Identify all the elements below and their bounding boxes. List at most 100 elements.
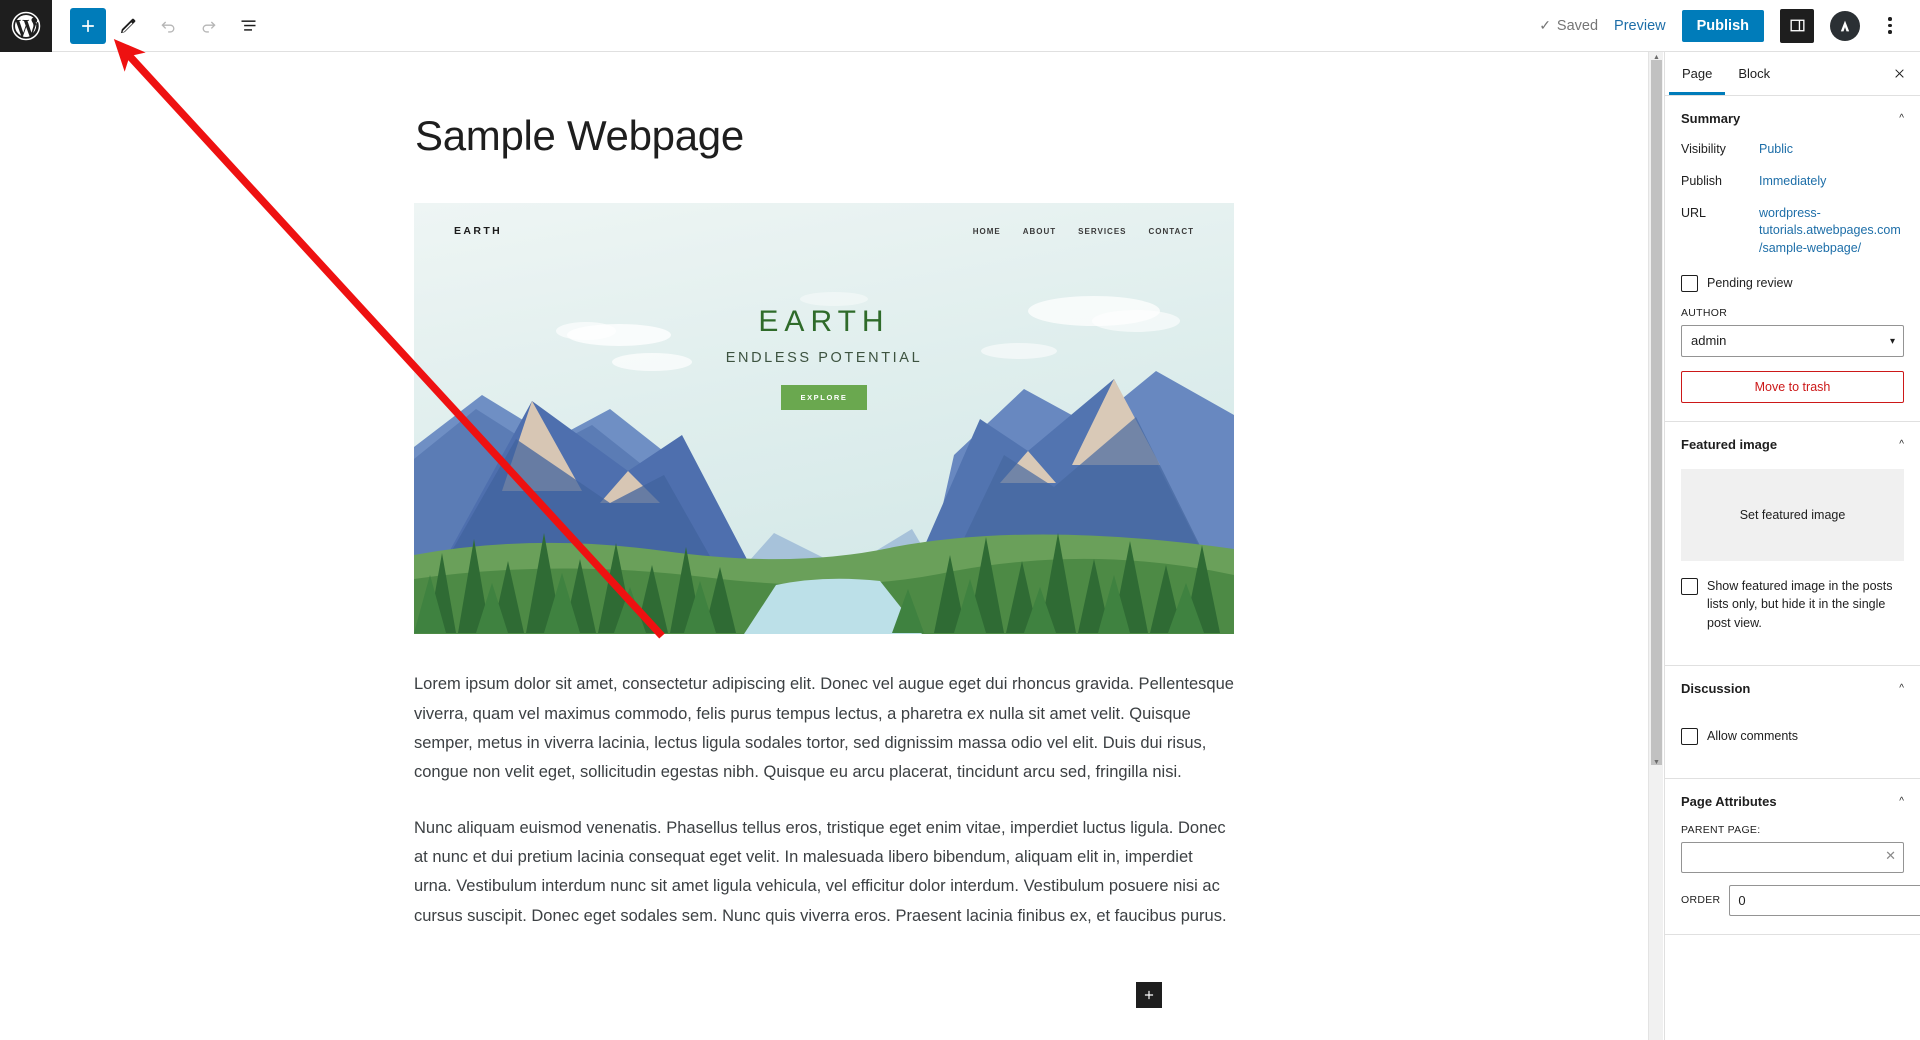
editor-tool-group — [70, 7, 266, 44]
pending-review-row: Pending review — [1681, 274, 1904, 293]
sidebar-panel-icon — [1789, 19, 1805, 32]
undo-arrow-icon — [160, 21, 174, 33]
allow-comments-checkbox[interactable] — [1681, 727, 1698, 745]
wordpress-logo-button[interactable] — [0, 0, 52, 52]
more-options-icon — [1888, 17, 1892, 21]
redo-button[interactable] — [190, 8, 226, 44]
more-options-icon — [1888, 30, 1892, 34]
hero-section: EARTH ENDLESS POTENTIAL EXPLORE — [414, 305, 1234, 411]
visibility-label: Visibility — [1681, 142, 1726, 156]
settings-sidebar: Page Block Summary ^ Visibility Public P… — [1664, 52, 1920, 1040]
chevron-up-icon: ^ — [1899, 438, 1904, 450]
publish-button[interactable]: Publish — [1681, 9, 1764, 42]
add-block-button[interactable] — [70, 7, 106, 44]
post-content-column: Sample Webpage EARTH HOME ABOUT SERVICES… — [414, 52, 1234, 1008]
move-to-trash-button[interactable]: Move to trash — [1681, 370, 1904, 403]
paragraph-block-2[interactable]: Nunc aliquam euismod venenatis. Phasellu… — [414, 814, 1234, 931]
publish-row: Publish Immediately — [1681, 173, 1904, 191]
settings-sidebar-toggle-button[interactable] — [1780, 8, 1814, 43]
discussion-panel-header[interactable]: Discussion ^ — [1665, 666, 1920, 711]
nav-item-home: HOME — [972, 226, 1001, 236]
bottom-block-inserter-button[interactable] — [1136, 982, 1162, 1008]
tab-block[interactable]: Block — [1725, 52, 1783, 95]
allow-comments-row: Allow comments — [1681, 727, 1904, 746]
discussion-panel: Discussion ^ Allow comments — [1665, 666, 1920, 779]
publish-label: Publish — [1681, 173, 1722, 188]
show-featured-in-lists-label[interactable]: Show featured image in the posts lists o… — [1707, 577, 1904, 633]
order-input[interactable] — [1729, 884, 1920, 916]
featured-image-title: Featured image — [1681, 436, 1778, 452]
visibility-value[interactable]: Public — [1759, 141, 1793, 159]
clear-parent-page-icon[interactable]: ✕ — [1885, 849, 1896, 862]
site-menu: HOME ABOUT SERVICES CONTACT — [973, 227, 1194, 236]
undo-button[interactable] — [150, 8, 186, 44]
pencil-icon — [120, 18, 136, 33]
tab-page[interactable]: Page — [1669, 52, 1725, 95]
nav-item-contact: CONTACT — [1148, 226, 1194, 236]
show-featured-in-lists-checkbox[interactable] — [1681, 577, 1698, 595]
redo-arrow-icon — [202, 21, 216, 33]
more-options-button[interactable] — [1876, 9, 1904, 43]
page-attributes-title: Page Attributes — [1681, 793, 1777, 809]
plus-icon — [1144, 990, 1154, 1000]
pending-review-label[interactable]: Pending review — [1707, 274, 1792, 293]
pending-review-checkbox[interactable] — [1681, 274, 1698, 292]
url-label: URL — [1681, 205, 1707, 220]
more-options-icon — [1888, 23, 1892, 28]
close-icon — [1894, 69, 1904, 78]
set-featured-image-button[interactable]: Set featured image — [1681, 468, 1904, 561]
editor-scrollbar[interactable]: ▲ ▼ — [1648, 52, 1663, 1040]
close-sidebar-button[interactable] — [1882, 57, 1916, 91]
check-icon: ✓ — [1539, 17, 1551, 33]
parent-page-input[interactable] — [1681, 841, 1904, 873]
paragraph-block-1[interactable]: Lorem ipsum dolor sit amet, consectetur … — [414, 670, 1234, 787]
visibility-row: Visibility Public — [1681, 141, 1904, 159]
forest-illustration — [414, 533, 1234, 635]
author-select[interactable]: admin — [1681, 324, 1904, 357]
tools-edit-button[interactable] — [110, 8, 146, 44]
image-block[interactable]: EARTH HOME ABOUT SERVICES CONTACT EARTH … — [414, 203, 1234, 635]
editor-top-bar: ✓ Saved Preview Publish — [0, 0, 1920, 52]
scrollbar-thumb[interactable] — [1651, 60, 1662, 765]
show-featured-in-lists-row: Show featured image in the posts lists o… — [1681, 577, 1904, 633]
allow-comments-label[interactable]: Allow comments — [1707, 727, 1798, 746]
hero-explore-button: EXPLORE — [781, 385, 867, 411]
astra-logo-icon — [1835, 16, 1855, 35]
saved-label: Saved — [1556, 17, 1599, 34]
nav-item-services: SERVICES — [1078, 226, 1127, 236]
order-label: ORDER — [1681, 894, 1721, 906]
hero-subtitle: ENDLESS POTENTIAL — [725, 350, 923, 367]
editor-canvas: Sample Webpage EARTH HOME ABOUT SERVICES… — [0, 52, 1648, 1040]
url-value[interactable]: wordpress-tutorials.atwebpages.com/sampl… — [1759, 205, 1904, 258]
summary-title: Summary — [1681, 111, 1741, 126]
featured-image-panel: Featured image ^ Set featured image Show… — [1665, 422, 1920, 666]
author-field-group: AUTHOR admin ▾ — [1681, 307, 1904, 357]
publish-value[interactable]: Immediately — [1759, 173, 1826, 191]
page-attributes-panel: Page Attributes ^ PARENT PAGE: ✕ ORDER — [1665, 779, 1920, 935]
document-overview-button[interactable] — [230, 8, 266, 44]
hero-title: EARTH — [758, 305, 890, 339]
order-row: ORDER — [1681, 884, 1920, 916]
summary-panel-header[interactable]: Summary ^ — [1665, 96, 1920, 141]
list-view-icon — [241, 20, 255, 31]
page-title[interactable]: Sample Webpage — [414, 112, 1234, 160]
summary-panel: Summary ^ Visibility Public Publish Imme… — [1665, 96, 1920, 422]
astra-account-button[interactable] — [1830, 10, 1860, 41]
nav-item-about: ABOUT — [1022, 226, 1057, 236]
chevron-up-icon: ^ — [1899, 113, 1904, 124]
author-label: AUTHOR — [1681, 306, 1728, 319]
featured-image-panel-header[interactable]: Featured image ^ — [1665, 422, 1920, 467]
wordpress-logo-icon — [11, 11, 41, 40]
discussion-title: Discussion — [1681, 680, 1751, 696]
saved-status: ✓ Saved — [1539, 17, 1598, 34]
scroll-down-arrow-icon[interactable]: ▼ — [1652, 758, 1661, 766]
chevron-up-icon: ^ — [1899, 795, 1904, 807]
chevron-up-icon: ^ — [1899, 682, 1904, 694]
plus-icon — [82, 19, 94, 32]
site-logo: EARTH — [454, 225, 503, 238]
page-attributes-panel-header[interactable]: Page Attributes ^ — [1665, 779, 1920, 824]
parent-page-label: PARENT PAGE: — [1681, 823, 1761, 836]
top-bar-actions: ✓ Saved Preview Publish — [1539, 8, 1920, 43]
sidebar-tab-bar: Page Block — [1665, 52, 1920, 96]
preview-button[interactable]: Preview — [1614, 18, 1666, 34]
